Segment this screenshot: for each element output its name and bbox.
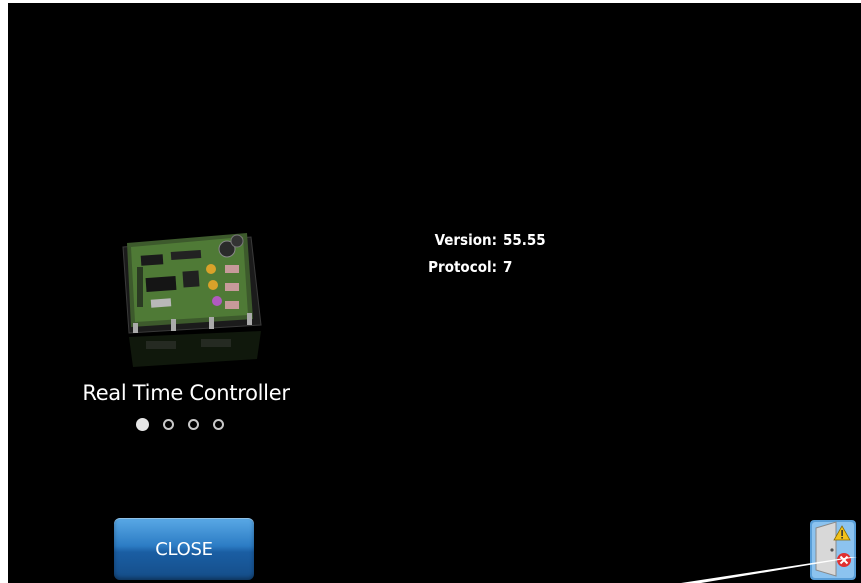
page-dot-1[interactable] — [136, 418, 149, 431]
device-name: Real Time Controller — [82, 381, 290, 405]
controller-info-screen: Real Time Controller Version: 55.55 Prot… — [8, 3, 861, 583]
protocol-value: 7 — [503, 258, 513, 276]
protocol-label: Protocol: — [428, 258, 497, 276]
close-button[interactable]: CLOSE — [114, 518, 254, 580]
version-label: Version: — [434, 231, 497, 249]
circuit-board-image — [122, 233, 262, 367]
protocol-row: Protocol: 7 — [406, 254, 546, 281]
device-carousel[interactable]: Real Time Controller — [76, 227, 296, 431]
page-dot-3[interactable] — [188, 419, 199, 430]
device-info: Version: 55.55 Protocol: 7 — [406, 227, 546, 281]
corner-decoration — [681, 557, 857, 583]
version-value: 55.55 — [503, 231, 546, 249]
page-dot-2[interactable] — [163, 419, 174, 430]
version-row: Version: 55.55 — [406, 227, 546, 254]
page-indicator[interactable] — [76, 418, 296, 431]
page-dot-4[interactable] — [213, 419, 224, 430]
